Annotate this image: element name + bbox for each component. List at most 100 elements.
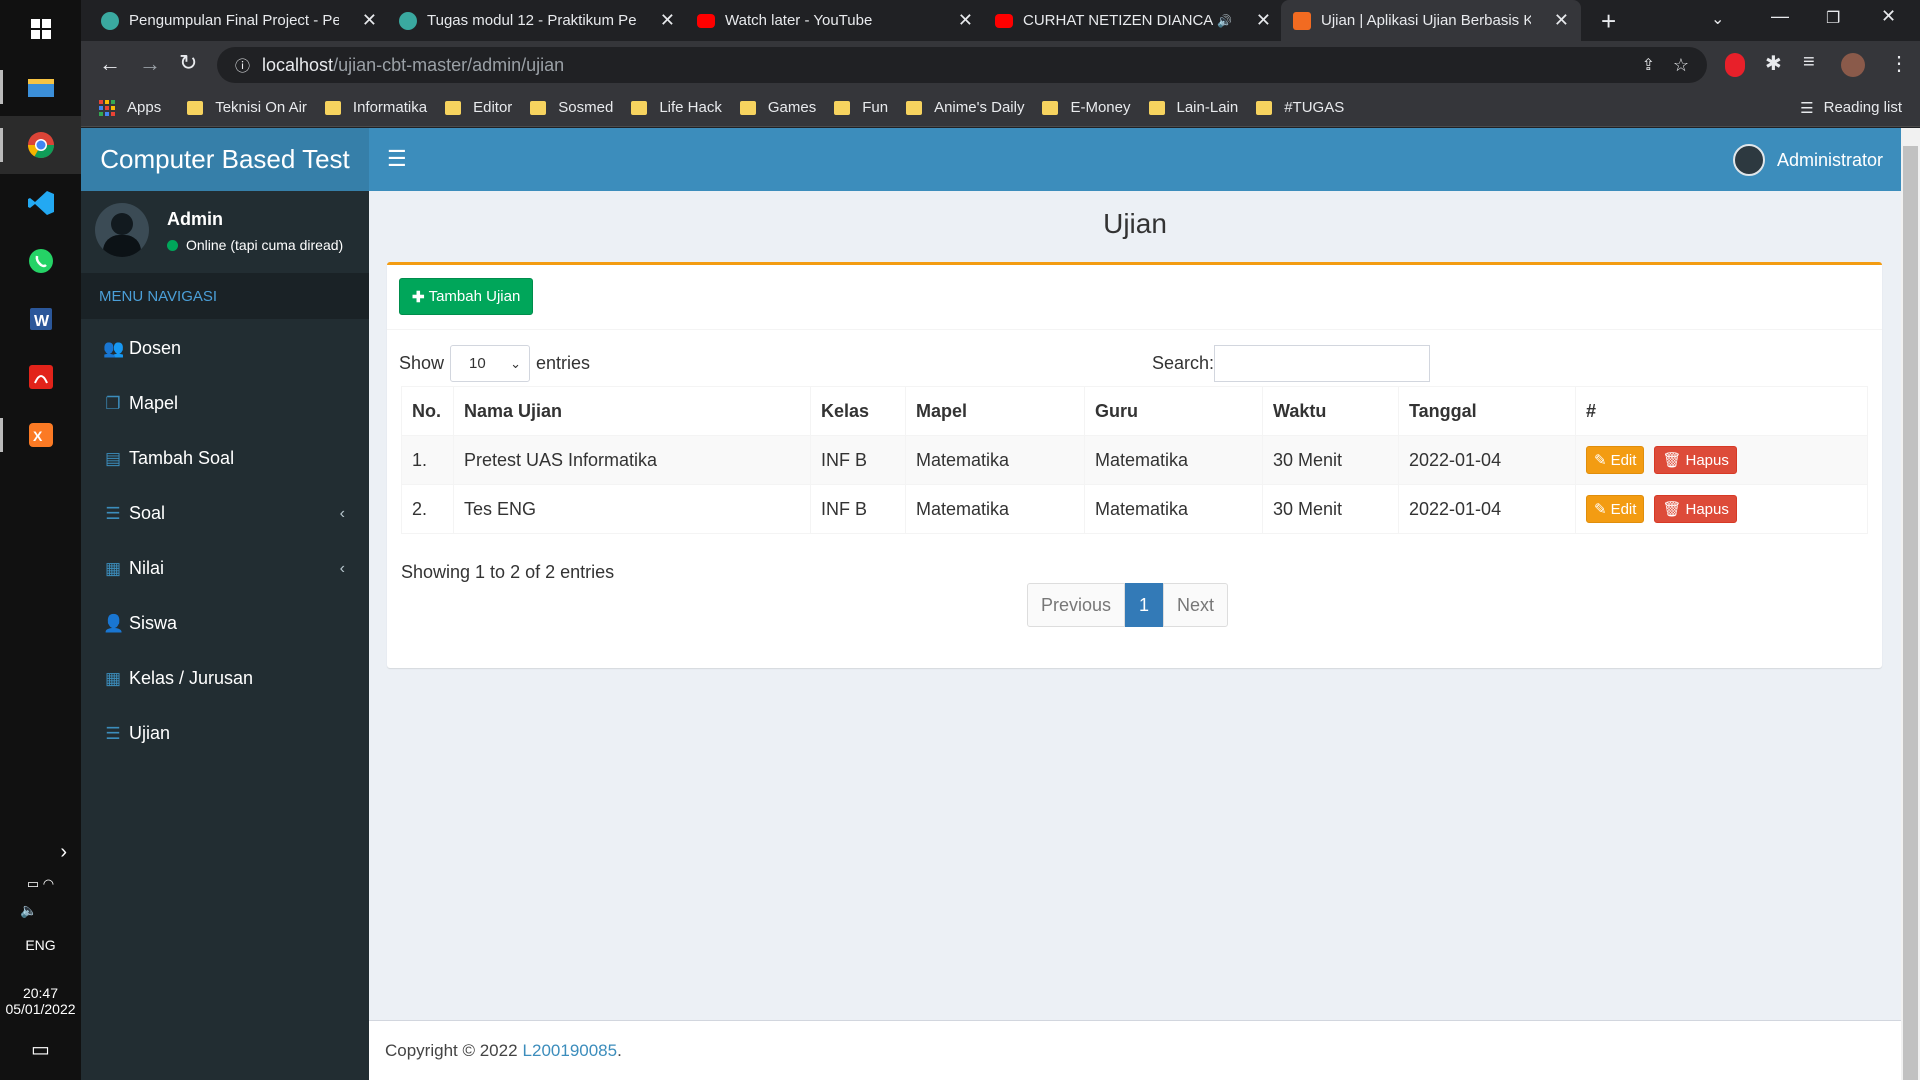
site-info-icon[interactable]: ⓘ bbox=[235, 55, 250, 76]
close-tab-icon[interactable]: ✕ bbox=[362, 10, 377, 31]
bookmark-folder[interactable]: Editor bbox=[445, 99, 512, 116]
edit-button[interactable]: ✎ Edit bbox=[1586, 446, 1645, 474]
app-logo[interactable]: Computer Based Test bbox=[81, 128, 369, 191]
close-tab-icon[interactable]: ✕ bbox=[660, 10, 675, 31]
app-viewport: Computer Based Test ☰ Administrator Admi… bbox=[81, 128, 1901, 1080]
delete-button[interactable]: 🗑 Hapus bbox=[1654, 495, 1737, 523]
profile-avatar[interactable] bbox=[1841, 53, 1865, 77]
column-header[interactable]: Tanggal bbox=[1398, 386, 1576, 436]
volume-icon[interactable]: 🔈 bbox=[0, 902, 81, 919]
clock-time[interactable]: 20:47 bbox=[0, 985, 81, 1001]
bookmark-folder[interactable]: Fun bbox=[834, 99, 888, 116]
whatsapp-icon[interactable] bbox=[0, 232, 81, 290]
browser-tab[interactable]: Pengumpulan Final Project - Pem ✕ bbox=[89, 0, 389, 41]
word-icon[interactable]: W bbox=[0, 290, 81, 348]
file-explorer-icon[interactable] bbox=[0, 58, 81, 116]
windows-start-icon[interactable] bbox=[0, 0, 81, 58]
browser-tab[interactable]: Tugas modul 12 - Praktikum Pem ✕ bbox=[387, 0, 687, 41]
bookmark-folder[interactable]: Sosmed bbox=[530, 99, 613, 116]
close-tab-icon[interactable]: ✕ bbox=[1256, 10, 1271, 31]
chrome-menu-icon[interactable]: ⋮ bbox=[1889, 51, 1909, 76]
close-tab-icon[interactable]: ✕ bbox=[1554, 10, 1569, 31]
bookmark-folder[interactable]: E-Money bbox=[1042, 99, 1131, 116]
restore-icon[interactable]: ❐ bbox=[1826, 8, 1840, 28]
chrome-icon[interactable] bbox=[0, 116, 81, 174]
svg-text:W: W bbox=[34, 313, 50, 330]
menu-header-label: MENU NAVIGASI bbox=[99, 287, 218, 305]
bookmark-folder[interactable]: Teknisi On Air bbox=[187, 99, 307, 116]
bookmark-folder[interactable]: Life Hack bbox=[631, 99, 722, 116]
table-icon: ▦ bbox=[104, 558, 122, 578]
reading-list[interactable]: ☰ Reading list bbox=[1800, 99, 1902, 117]
media-control-icon[interactable]: ≡ bbox=[1803, 51, 1815, 74]
next-button[interactable]: Next bbox=[1163, 583, 1229, 627]
bookmark-folder[interactable]: Informatika bbox=[324, 99, 427, 116]
sidebar-toggle-icon[interactable]: ☰ bbox=[387, 146, 407, 172]
forward-icon[interactable]: → bbox=[139, 51, 161, 77]
add-exam-button[interactable]: ✚ Tambah Ujian bbox=[399, 278, 534, 315]
bookmark-star-icon[interactable]: ☆ bbox=[1673, 55, 1689, 76]
extensions-icon[interactable]: ✱ bbox=[1765, 51, 1782, 76]
column-header[interactable]: Nama Ujian bbox=[453, 386, 811, 436]
footer-link[interactable]: L200190085 bbox=[523, 1041, 618, 1061]
bookmark-label: Teknisi On Air bbox=[215, 99, 307, 116]
sidebar: Admin Online (tapi cuma diread) MENU NAV… bbox=[81, 191, 369, 1080]
tab-favicon-icon bbox=[399, 11, 417, 30]
previous-button[interactable]: Previous bbox=[1027, 583, 1126, 627]
notification-icon[interactable]: ▭ bbox=[0, 1037, 81, 1062]
xampp-icon[interactable]: X bbox=[0, 406, 81, 464]
sidebar-item-ujian[interactable]: ☰ Ujian bbox=[81, 706, 369, 761]
minimize-icon[interactable]: — bbox=[1771, 6, 1789, 27]
column-header[interactable]: Mapel bbox=[905, 386, 1085, 436]
sidebar-item-siswa[interactable]: 👤 Siswa bbox=[81, 596, 369, 651]
reload-icon[interactable]: ↻ bbox=[179, 50, 197, 76]
audio-playing-icon[interactable]: 🔊 bbox=[1217, 14, 1232, 28]
vscode-icon[interactable] bbox=[0, 174, 81, 232]
close-tab-icon[interactable]: ✕ bbox=[958, 10, 973, 31]
search-input[interactable] bbox=[1214, 345, 1431, 382]
bookmark-folder[interactable]: #TUGAS bbox=[1256, 99, 1344, 116]
bookmark-folder[interactable]: Lain-Lain bbox=[1148, 99, 1238, 116]
user-menu[interactable]: Administrator bbox=[1732, 144, 1883, 176]
table-cell: Matematika bbox=[905, 484, 1085, 534]
browser-tabstrip: Pengumpulan Final Project - Pem ✕ Tugas … bbox=[81, 0, 1920, 41]
browser-tab-active[interactable]: Ujian | Aplikasi Ujian Berbasis Ko ✕ bbox=[1281, 0, 1581, 41]
user-name: Administrator bbox=[1776, 149, 1883, 170]
column-header[interactable]: No. bbox=[401, 386, 454, 436]
sidebar-item-tambah-soal[interactable]: ▤ Tambah Soal bbox=[81, 431, 369, 486]
browser-tab[interactable]: Watch later - YouTube ✕ bbox=[685, 0, 985, 41]
chevron-right-icon[interactable]: › bbox=[0, 841, 81, 864]
address-bar[interactable]: ⓘ localhost/ujian-cbt-master/admin/ujian… bbox=[217, 47, 1707, 83]
close-window-icon[interactable]: ✕ bbox=[1881, 6, 1896, 27]
column-header[interactable]: Waktu bbox=[1262, 386, 1399, 436]
scrollbar-thumb[interactable] bbox=[1903, 146, 1918, 1080]
sidebar-item-mapel[interactable]: ❐ Mapel bbox=[81, 376, 369, 431]
battery-wifi-icons[interactable]: ▭ ◠ bbox=[0, 876, 81, 892]
column-header[interactable]: Kelas bbox=[810, 386, 906, 436]
column-header[interactable]: # bbox=[1575, 386, 1868, 436]
sidebar-item-kelas-jurusan[interactable]: ▦ Kelas / Jurusan bbox=[81, 651, 369, 706]
page-1-button[interactable]: 1 bbox=[1125, 583, 1164, 627]
entries-label: entries bbox=[536, 353, 591, 373]
new-tab-icon[interactable]: + bbox=[1601, 6, 1616, 37]
delete-button[interactable]: 🗑 Hapus bbox=[1654, 446, 1737, 474]
share-icon[interactable]: ⇪ bbox=[1642, 55, 1655, 75]
bookmark-apps[interactable]: Apps bbox=[99, 99, 161, 116]
sidebar-item-dosen[interactable]: 👥 Dosen bbox=[81, 321, 369, 376]
bookmark-folder[interactable]: Games bbox=[739, 99, 816, 116]
table-info: Showing 1 to 2 of 2 entries bbox=[401, 562, 615, 582]
clock-date[interactable]: 05/01/2022 bbox=[0, 1001, 81, 1017]
column-header[interactable]: Guru bbox=[1084, 386, 1263, 436]
sidebar-item-nilai[interactable]: ▦ Nilai ‹ bbox=[81, 541, 369, 596]
edit-button[interactable]: ✎ Edit bbox=[1586, 495, 1645, 523]
sidebar-item-soal[interactable]: ☰ Soal ‹ bbox=[81, 486, 369, 541]
bookmark-folder[interactable]: Anime's Daily bbox=[906, 99, 1024, 116]
svg-text:X: X bbox=[33, 428, 43, 444]
acrobat-icon[interactable] bbox=[0, 348, 81, 406]
browser-tab[interactable]: CURHAT NETIZEN DIANCAM 🔊 ✕ bbox=[983, 0, 1283, 41]
back-icon[interactable]: ← bbox=[99, 51, 121, 77]
language-indicator[interactable]: ENG bbox=[0, 937, 81, 953]
entries-select[interactable]: 10 ⌄ bbox=[450, 345, 531, 382]
extension-red-icon[interactable] bbox=[1725, 53, 1745, 77]
tab-search-icon[interactable]: ⌄ bbox=[1711, 9, 1724, 29]
